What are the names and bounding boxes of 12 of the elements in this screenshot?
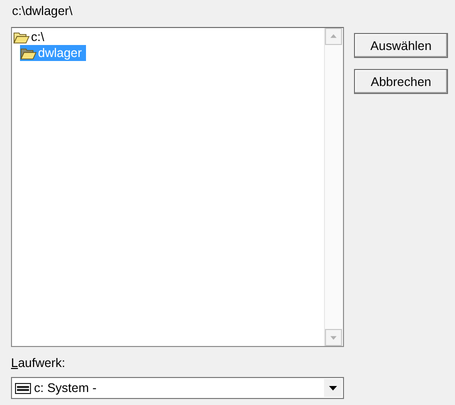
scroll-down-icon[interactable]: [325, 329, 342, 346]
folder-icon: [13, 30, 30, 44]
drive-icon: [15, 382, 31, 394]
scroll-up-icon[interactable]: [325, 28, 342, 45]
drive-label: Laufwerk:: [11, 356, 66, 372]
folder-item[interactable]: c:\: [13, 29, 48, 45]
dialog-button[interactable]: Abbrechen: [354, 69, 448, 94]
folder-icon: [20, 46, 37, 60]
folder-list[interactable]: c:\ dwlager: [11, 27, 344, 347]
dialog-button[interactable]: Auswählen: [354, 33, 448, 58]
drive-dropdown[interactable]: c: System -: [11, 377, 344, 399]
path-label: c:\dwlager\: [12, 3, 72, 20]
